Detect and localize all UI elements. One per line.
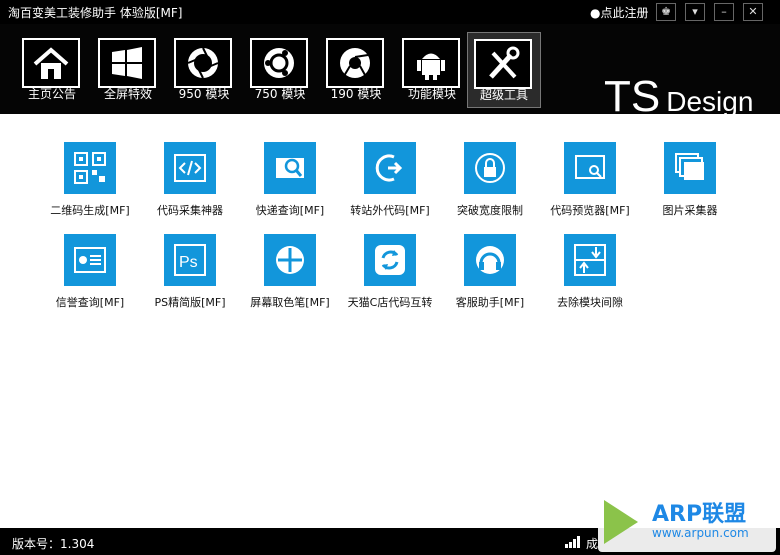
headset-icon	[464, 234, 516, 286]
toolbar-function[interactable]: 功能模块	[396, 32, 468, 106]
tool-code-collector[interactable]: 代码采集神器	[140, 114, 240, 217]
close-icon[interactable]: ✕	[743, 3, 763, 21]
play-icon	[604, 500, 638, 544]
minimize-icon[interactable]: –	[714, 3, 734, 21]
toolbar-home[interactable]: 主页公告	[16, 32, 88, 106]
arp-watermark-logo: ARP联盟 www.arpun.com	[598, 492, 776, 552]
window-title: 淘百变美工装修助手 体验版[MF]	[8, 6, 183, 20]
toolbar-label: 功能模块	[407, 87, 456, 101]
ps-icon: Ps	[164, 234, 216, 286]
toolbar-label: 主页公告	[27, 87, 76, 101]
tool-image-collector[interactable]: 图片采集器	[640, 114, 740, 217]
toolbar-label: 950 模块	[178, 87, 230, 101]
register-link[interactable]: ●点此注册	[590, 4, 648, 21]
qr-code-icon	[64, 142, 116, 194]
watermark-title: ARP联盟	[652, 502, 747, 527]
toolbar-label: 全屏特效	[103, 87, 152, 101]
tool-external-code[interactable]: 转站外代码[MF]	[340, 114, 440, 217]
title-bar: 淘百变美工装修助手 体验版[MF] ●点此注册 ♚ ▾ – ✕	[0, 0, 780, 24]
android-icon	[402, 38, 460, 88]
preview-icon	[564, 142, 616, 194]
tool-parcel-query[interactable]: 快递查询[MF]	[240, 114, 340, 217]
version-label: 版本号：1.304	[12, 537, 95, 551]
toolbar-label: 190 模块	[330, 87, 382, 101]
crosshair-icon	[264, 234, 316, 286]
brand-design: Design	[666, 86, 754, 117]
tools-icon	[474, 39, 532, 89]
skin-icon[interactable]: ♚	[656, 3, 676, 21]
gap-icon	[564, 234, 616, 286]
tool-panel: 二维码生成[MF] 代码采集神器 快递查询[MF] 转站外代码[MF] 突破宽度…	[0, 114, 780, 528]
toolbar-fullscreen[interactable]: 全屏特效	[92, 32, 164, 106]
tool-service-helper[interactable]: 客服助手[MF]	[440, 206, 540, 309]
tool-break-width[interactable]: 突破宽度限制	[440, 114, 540, 217]
tool-color-picker[interactable]: 屏幕取色笔[MF]	[240, 206, 340, 309]
redirect-icon	[364, 142, 416, 194]
chrome-icon	[326, 38, 384, 88]
svg-text:Ps: Ps	[179, 254, 198, 271]
signal-icon	[565, 536, 580, 548]
refresh-icon	[364, 234, 416, 286]
tool-tmall-convert[interactable]: 天猫C店代码互转	[340, 206, 440, 309]
code-icon	[164, 142, 216, 194]
toolbar-super-tools[interactable]: 超级工具	[467, 32, 541, 108]
lock-icon	[464, 142, 516, 194]
images-icon	[664, 142, 716, 194]
ubuntu-icon	[250, 38, 308, 88]
toolbar-190[interactable]: 190 模块	[320, 32, 392, 106]
windows-icon	[98, 38, 156, 88]
watermark-url: www.arpun.com	[652, 526, 749, 540]
home-icon	[22, 38, 80, 88]
reputation-icon	[64, 234, 116, 286]
aperture-icon	[174, 38, 232, 88]
menu-icon[interactable]: ▾	[685, 3, 705, 21]
tool-code-preview[interactable]: 代码预览器[MF]	[540, 114, 640, 217]
tool-remove-gap[interactable]: 去除模块间隙	[540, 206, 640, 309]
toolbar-label: 750 模块	[254, 87, 306, 101]
toolbar-950[interactable]: 950 模块	[168, 32, 240, 106]
tool-label: 图片采集器	[662, 204, 718, 217]
toolbar-label: 超级工具	[479, 88, 528, 102]
tool-ps-lite[interactable]: Ps PS精简版[MF]	[140, 206, 240, 309]
tool-label: 去除模块间隙	[557, 296, 623, 309]
parcel-search-icon	[264, 142, 316, 194]
tool-qr-code[interactable]: 二维码生成[MF]	[40, 114, 140, 217]
tool-reputation[interactable]: 信誉查询[MF]	[40, 206, 140, 309]
status-text: 成	[586, 537, 599, 551]
toolbar-750[interactable]: 750 模块	[244, 32, 316, 106]
main-toolbar: 主页公告 全屏特效 950 模块 750 模块 190 模块 功能模块 超级工具…	[0, 24, 780, 121]
